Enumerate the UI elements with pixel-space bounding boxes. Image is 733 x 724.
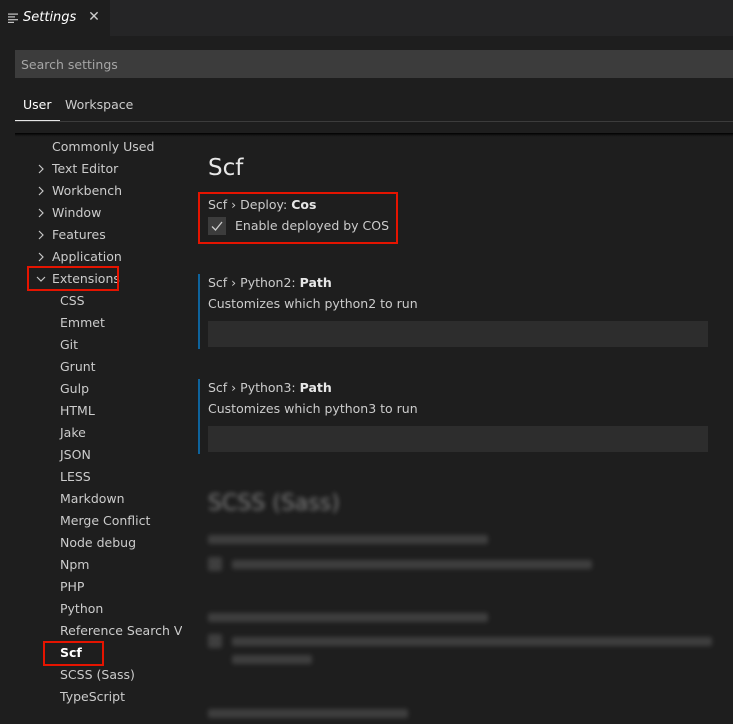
blurred-text <box>232 655 312 664</box>
faded-scss-section: SCSS (Sass) <box>190 487 733 724</box>
toc-item-php[interactable]: PHP <box>60 577 84 597</box>
close-icon[interactable]: ✕ <box>87 9 101 25</box>
setting-title: Scf › Python3: Path <box>208 380 332 395</box>
python3-path-input[interactable] <box>208 426 708 452</box>
setting-scf-python3-path: Scf › Python3: Path Customizes which pyt… <box>198 379 718 454</box>
setting-description: Customizes which python2 to run <box>208 296 418 311</box>
toc-item-features[interactable]: Features <box>52 225 106 245</box>
blurred-checkbox <box>208 634 222 648</box>
toc-item-git[interactable]: Git <box>60 335 78 355</box>
editor-tab-bar: Settings ✕ <box>0 0 733 36</box>
chevron-right-icon[interactable] <box>36 230 46 240</box>
toc-item-markdown[interactable]: Markdown <box>60 489 125 509</box>
toc-item-css[interactable]: CSS <box>60 291 85 311</box>
blurred-text <box>232 637 712 646</box>
setting-scf-python2-path: Scf › Python2: Path Customizes which pyt… <box>198 274 718 349</box>
blurred-text <box>208 535 488 544</box>
faded-section-title: SCSS (Sass) <box>208 491 340 516</box>
modified-indicator <box>198 274 200 349</box>
tab-title: Settings <box>23 10 77 25</box>
extensions-highlight-box <box>27 266 119 291</box>
toc-item-less[interactable]: LESS <box>60 467 91 487</box>
toc-item-emmet[interactable]: Emmet <box>60 313 105 333</box>
search-input[interactable] <box>15 50 733 78</box>
toc-item-json[interactable]: JSON <box>60 445 91 465</box>
toc-item-python[interactable]: Python <box>60 599 103 619</box>
tab-workspace[interactable]: Workspace <box>65 92 133 120</box>
setting-title: Scf › Python2: Path <box>208 275 332 290</box>
blurred-checkbox <box>208 557 222 571</box>
toc-item-npm[interactable]: Npm <box>60 555 89 575</box>
chevron-right-icon[interactable] <box>36 252 46 262</box>
toc-item-text-editor[interactable]: Text Editor <box>52 159 118 179</box>
python2-path-input[interactable] <box>208 321 708 347</box>
chevron-right-icon[interactable] <box>36 164 46 174</box>
toc-item-grunt[interactable]: Grunt <box>60 357 96 377</box>
tab-user[interactable]: User <box>15 92 60 121</box>
toc-item-merge-conflict[interactable]: Merge Conflict <box>60 511 150 531</box>
toc-item-workbench[interactable]: Workbench <box>52 181 122 201</box>
toc-item-jake[interactable]: Jake <box>60 423 86 443</box>
toc-item-html[interactable]: HTML <box>60 401 95 421</box>
toc-item-window[interactable]: Window <box>52 203 101 223</box>
toc-item-gulp[interactable]: Gulp <box>60 379 89 399</box>
blurred-text <box>208 709 408 718</box>
settings-icon <box>8 13 18 23</box>
deploy-highlight-box <box>198 192 398 244</box>
toc-item-reference-search[interactable]: Reference Search V... <box>60 621 182 641</box>
blurred-text <box>232 560 592 569</box>
section-title: Scf <box>208 155 244 181</box>
scf-highlight-box <box>43 641 104 666</box>
toc-item-application[interactable]: Application <box>52 247 122 267</box>
settings-content: Scf Scf › Deploy: Cos Enable deployed by… <box>190 137 733 724</box>
settings-tab[interactable]: Settings ✕ <box>0 0 110 36</box>
toc-item-commonly-used[interactable]: Commonly Used <box>52 137 154 157</box>
blurred-text <box>208 613 488 622</box>
chevron-right-icon[interactable] <box>36 186 46 196</box>
settings-toc: Commonly Used Text Editor Workbench Wind… <box>0 137 190 724</box>
scope-divider <box>15 121 733 122</box>
setting-description: Customizes which python3 to run <box>208 401 418 416</box>
toc-item-typescript[interactable]: TypeScript <box>60 687 125 707</box>
chevron-right-icon[interactable] <box>36 208 46 218</box>
toc-item-scss[interactable]: SCSS (Sass) <box>60 665 135 685</box>
toc-item-node-debug[interactable]: Node debug <box>60 533 136 553</box>
modified-indicator <box>198 379 200 454</box>
